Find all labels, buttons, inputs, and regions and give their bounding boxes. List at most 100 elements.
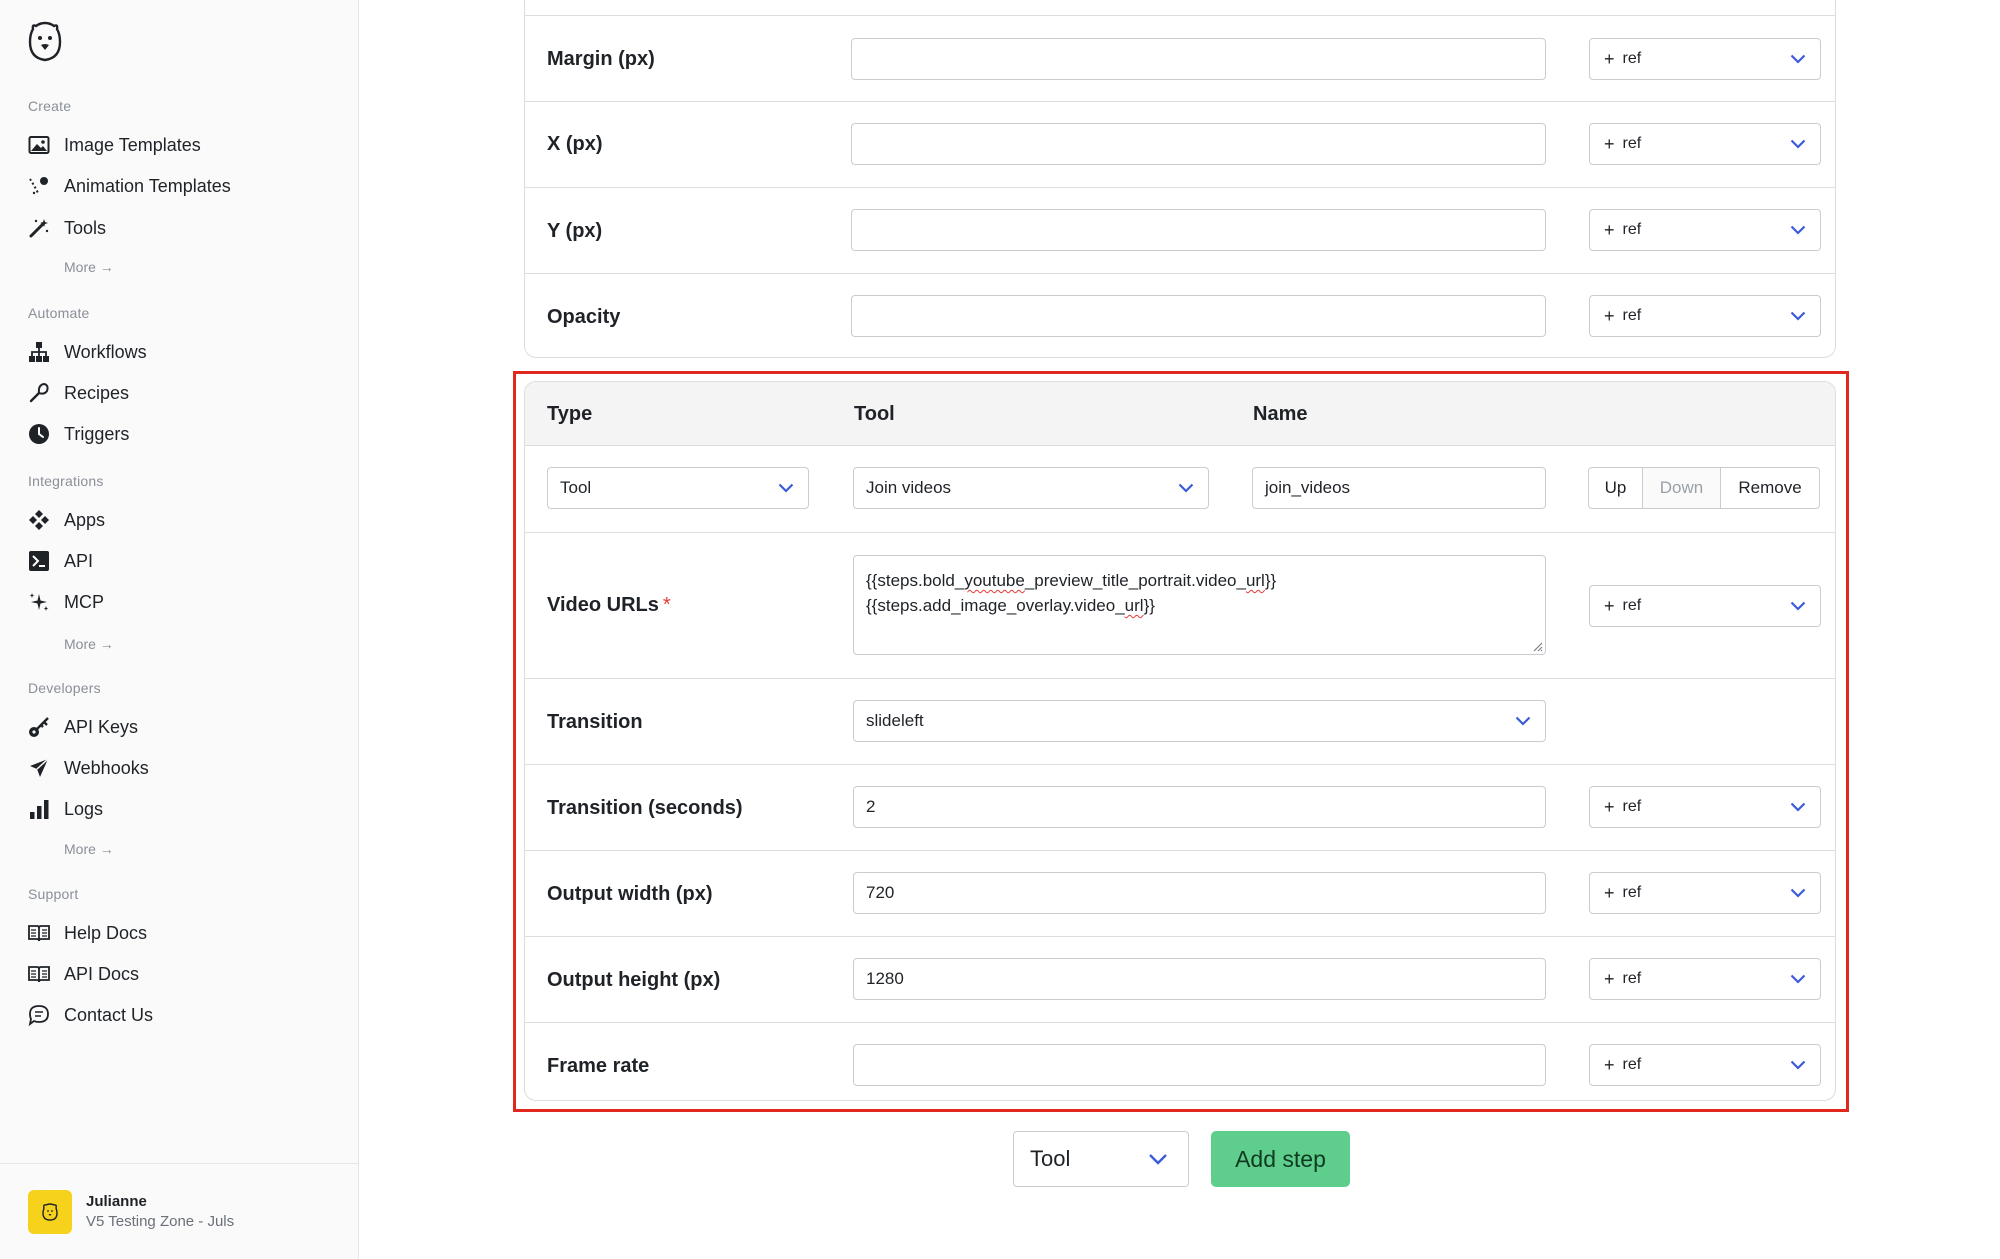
ref-label: ref (1622, 307, 1642, 324)
sidebar-item-api-keys[interactable]: API Keys (28, 711, 138, 743)
chevron-down-icon (1790, 54, 1806, 64)
field-row-transition: Transition slideleft (525, 678, 1835, 764)
chevron-down-icon (1790, 974, 1806, 984)
sidebar-item-api[interactable]: API (28, 545, 93, 577)
margin-input[interactable] (851, 38, 1546, 80)
field-row-transition-seconds: Transition (seconds) 2 + ref (525, 764, 1835, 850)
field-row-x: X (px) + ref (525, 101, 1835, 187)
terminal-icon (28, 550, 50, 572)
sidebar-item-workflows[interactable]: Workflows (28, 336, 147, 368)
sidebar-item-contact-us[interactable]: Contact Us (28, 999, 153, 1031)
down-button[interactable]: Down (1643, 468, 1721, 508)
bear-logo-icon[interactable] (28, 20, 62, 62)
ref-label: ref (1622, 970, 1642, 987)
field-row-margin: Margin (px) + ref (525, 15, 1835, 101)
field-label: Output height (px) (547, 969, 721, 991)
chevron-down-icon (1790, 888, 1806, 898)
text-segment: }} (1264, 571, 1277, 590)
field-label: Output width (px) (547, 883, 713, 905)
sidebar-item-apps[interactable]: Apps (28, 504, 105, 536)
field-row-output-height: Output height (px) 1280 + ref (525, 936, 1835, 1022)
sidebar-item-triggers[interactable]: Triggers (28, 418, 129, 450)
ref-select[interactable]: + ref (1589, 786, 1821, 828)
more-link-create[interactable]: More → (64, 259, 114, 275)
ref-select[interactable]: + ref (1589, 209, 1821, 251)
sidebar-item-label: Image Templates (64, 134, 201, 155)
video-urls-textarea[interactable]: {{steps.bold_youtube_preview_title_portr… (853, 555, 1546, 655)
video-urls-label: Video URLs (547, 594, 659, 616)
header-tool: Tool (854, 403, 895, 425)
section-label-support: Support (28, 886, 79, 902)
plus-icon: + (1604, 133, 1615, 154)
text-segment: _preview_title_portrait.video_ (1024, 571, 1246, 590)
field-label: Opacity (547, 306, 621, 328)
tool-select[interactable]: Join videos (853, 467, 1209, 509)
field-label: Transition (seconds) (547, 797, 743, 819)
ref-select[interactable]: + ref (1589, 585, 1821, 627)
up-button[interactable]: Up (1589, 468, 1643, 508)
ref-select[interactable]: + ref (1589, 872, 1821, 914)
frame-rate-input[interactable] (853, 1044, 1546, 1086)
ref-select[interactable]: + ref (1589, 38, 1821, 80)
ref-label: ref (1622, 884, 1642, 901)
remove-button[interactable]: Remove (1721, 468, 1819, 508)
ref-select[interactable]: + ref (1589, 295, 1821, 337)
sidebar-item-label: API Keys (64, 716, 139, 737)
type-select[interactable]: Tool (547, 467, 809, 509)
name-input[interactable]: join_videos (1252, 467, 1546, 509)
field-row-frame-rate: Frame rate + ref (525, 1022, 1835, 1100)
section-label-integrations: Integrations (28, 473, 104, 489)
transition-seconds-input[interactable]: 2 (853, 786, 1546, 828)
y-input[interactable] (851, 209, 1546, 251)
transition-select[interactable]: slideleft (853, 700, 1546, 742)
ref-label: ref (1622, 597, 1642, 614)
opacity-input[interactable] (851, 295, 1546, 337)
sidebar-item-help-docs[interactable]: Help Docs (28, 917, 147, 949)
chevron-down-icon (778, 483, 794, 493)
section-label-developers: Developers (28, 680, 101, 696)
plus-icon: + (1604, 219, 1615, 240)
clock-icon (28, 423, 50, 445)
field-label: Transition (547, 711, 643, 733)
chevron-down-icon (1515, 716, 1531, 726)
more-link-integrations[interactable]: More → (64, 636, 114, 652)
more-link-developers[interactable]: More → (64, 841, 114, 857)
ref-select[interactable]: + ref (1589, 958, 1821, 1000)
text-segment: {{steps.bold_ (866, 571, 965, 590)
resize-handle-icon[interactable] (1531, 640, 1543, 652)
sidebar-item-api-docs[interactable]: API Docs (28, 958, 139, 990)
output-width-input[interactable]: 720 (853, 872, 1546, 914)
ref-select[interactable]: + ref (1589, 1044, 1821, 1086)
workflow-icon (28, 341, 50, 363)
sparkle-icon (28, 591, 50, 613)
chevron-down-icon (1790, 601, 1806, 611)
sidebar-item-image-templates[interactable]: Image Templates (28, 129, 201, 161)
bar-chart-icon (28, 798, 50, 820)
ref-select[interactable]: + ref (1589, 123, 1821, 165)
sidebar-item-recipes[interactable]: Recipes (28, 377, 129, 409)
join-videos-step-card: Type Tool Name Tool Join videos join_vid… (524, 381, 1836, 1101)
ref-label: ref (1622, 135, 1642, 152)
step-header: Type Tool Name (525, 382, 1835, 446)
image-icon (28, 134, 50, 156)
sidebar-item-logs[interactable]: Logs (28, 793, 103, 825)
sidebar-item-mcp[interactable]: MCP (28, 586, 104, 618)
user-menu[interactable]: Julianne V5 Testing Zone - Juls (0, 1163, 358, 1259)
chevron-down-icon (1790, 1060, 1806, 1070)
field-label: Frame rate (547, 1055, 650, 1077)
output-height-input[interactable]: 1280 (853, 958, 1546, 1000)
add-step-button[interactable]: Add step (1211, 1131, 1350, 1187)
sidebar-item-webhooks[interactable]: Webhooks (28, 752, 149, 784)
sidebar-item-label: Apps (64, 509, 106, 530)
new-step-type-select[interactable]: Tool (1013, 1131, 1189, 1187)
sidebar-item-animation-templates[interactable]: Animation Templates (28, 170, 231, 202)
avatar (28, 1189, 72, 1234)
textarea-line: {{steps.bold_youtube_preview_title_portr… (866, 568, 1533, 593)
x-input[interactable] (851, 123, 1546, 165)
chevron-down-icon (1790, 802, 1806, 812)
header-type: Type (547, 403, 593, 425)
apps-icon (28, 509, 50, 531)
sidebar-item-tools[interactable]: Tools (28, 212, 106, 244)
field-label: Video URLs * (547, 594, 671, 617)
sidebar-item-label: Recipes (64, 382, 130, 403)
